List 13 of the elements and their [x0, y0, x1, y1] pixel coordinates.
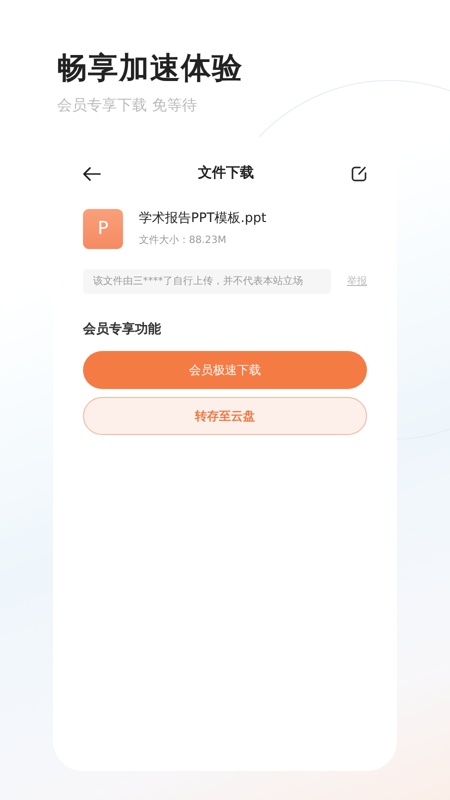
- share-icon[interactable]: [351, 166, 367, 182]
- ppt-file-icon: P: [83, 208, 123, 248]
- hero-subtitle: 会员专享下载 免等待: [57, 95, 198, 116]
- back-icon[interactable]: [83, 166, 101, 180]
- page-title: 文件下载: [198, 164, 254, 183]
- report-link[interactable]: 举报: [347, 274, 367, 288]
- section-title: 会员专享功能: [83, 320, 162, 338]
- save-to-cloud-button[interactable]: 转存至云盘: [83, 397, 367, 435]
- file-name: 学术报告PPT模板.ppt: [139, 210, 266, 228]
- download-button[interactable]: 会员极速下载: [83, 351, 367, 389]
- file-size: 文件大小：88.23M: [139, 234, 228, 248]
- upload-notice: 该文件由三****了自行上传，并不代表本站立场: [83, 268, 331, 294]
- hero-title: 畅享加速体验: [57, 50, 244, 88]
